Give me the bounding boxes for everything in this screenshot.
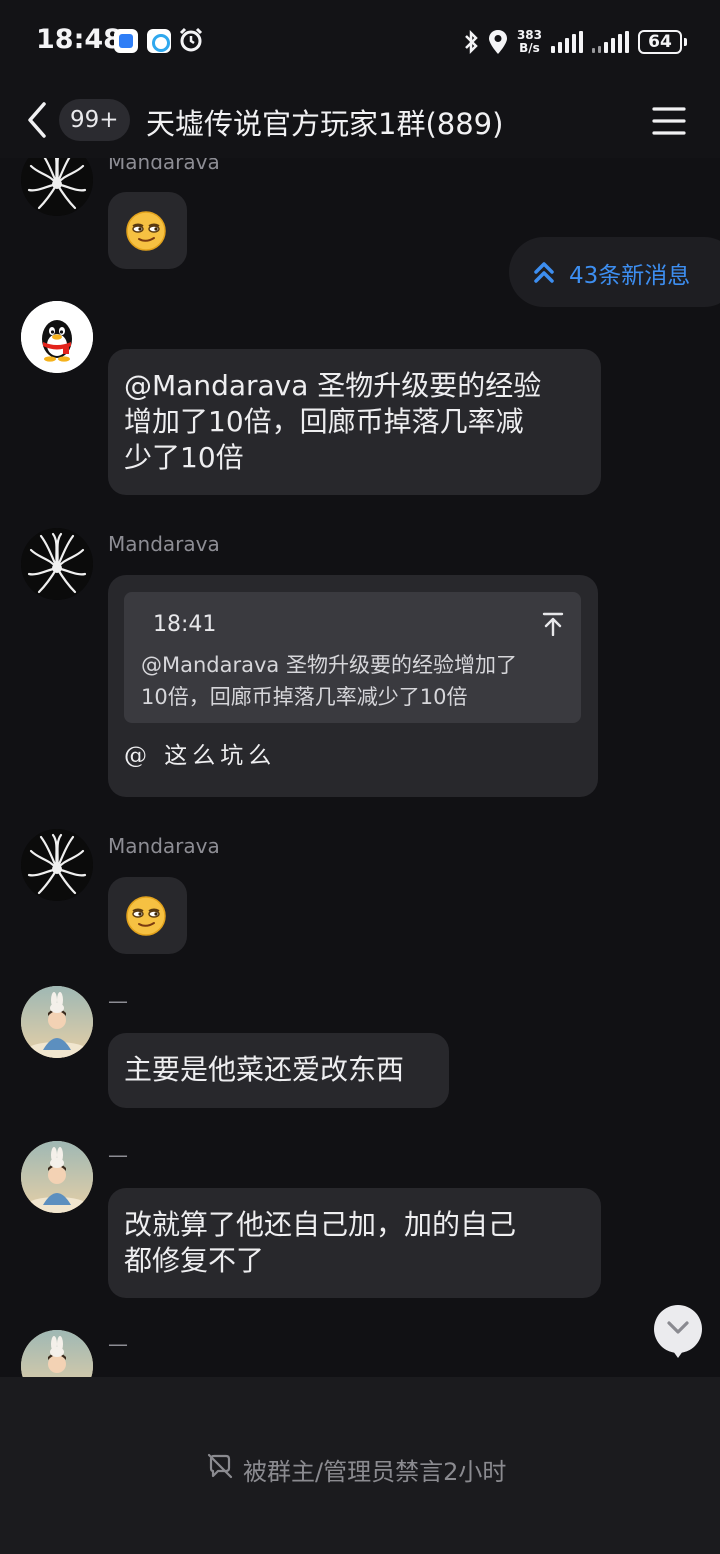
jump-to-original-icon[interactable] (542, 612, 564, 636)
smirk-emoji-icon (126, 211, 166, 251)
message-text-line: 主要是他菜还爱改东西 (124, 1053, 405, 1086)
message-text: @ 这么坑么 (124, 743, 277, 769)
menu-icon[interactable] (652, 106, 686, 136)
message-text-line: 改就算了他还自己加，加的自己 (124, 1208, 517, 1241)
message-bubble[interactable]: 18:41 @Mandarava 圣物升级要的经验增加了 10倍，回廊币掉落几率… (108, 575, 598, 797)
sender-name: Mandarava (108, 158, 220, 174)
signal-icon (592, 31, 629, 53)
back-arrow-icon[interactable] (24, 98, 54, 142)
message-bubble[interactable]: 改就算了他还自己加，加的自己 都修复不了 (108, 1188, 601, 1298)
muted-icon (207, 1453, 233, 1479)
quoted-message[interactable]: 18:41 @Mandarava 圣物升级要的经验增加了 10倍，回廊币掉落几率… (124, 592, 581, 723)
quote-time: 18:41 (153, 612, 217, 637)
sender-name: — (108, 1143, 128, 1167)
sender-name: — (108, 989, 128, 1013)
message-bubble[interactable] (108, 877, 187, 954)
net-speed: 383 B/s (516, 28, 542, 55)
avatar[interactable] (21, 829, 93, 901)
avatar[interactable] (21, 1330, 93, 1377)
avatar[interactable] (21, 301, 93, 373)
quote-text-line: 10倍，回廊币掉落几率减少了10倍 (141, 685, 468, 709)
muted-notice-text: 被群主/管理员禁言2小时 (243, 1458, 507, 1486)
message-text-line: 增加了10倍，回廊币掉落几率减 (124, 405, 524, 438)
alarm-icon (179, 27, 203, 52)
signal-icon (551, 31, 583, 53)
quote-text-line: @Mandarava 圣物升级要的经验增加了 (141, 653, 517, 677)
sender-name: — (108, 1332, 128, 1356)
scroll-to-bottom-button[interactable] (654, 1305, 702, 1358)
bluetooth-icon (465, 29, 478, 55)
message-bubble[interactable]: 主要是他菜还爱改东西 (108, 1033, 449, 1108)
chat-header: 99+ 天墟传说官方玩家1群(889) (0, 84, 720, 158)
unread-count-badge[interactable]: 99+ (59, 99, 130, 141)
message-text-line: @Mandarava 圣物升级要的经验 (124, 369, 542, 402)
new-messages-button[interactable]: 43条新消息 (509, 237, 720, 307)
message-bubble[interactable]: @Mandarava 圣物升级要的经验 增加了10倍，回廊币掉落几率减 少了10… (108, 349, 601, 495)
avatar[interactable] (21, 158, 93, 216)
chevron-down-icon (667, 1321, 689, 1334)
battery-level: 64 (648, 32, 672, 52)
sender-name: Mandarava (108, 834, 220, 858)
sender-name: Mandarava (108, 532, 220, 556)
message-text-line: 少了10倍 (124, 441, 244, 474)
message-list[interactable]: Mandarava 43条新消息 @Mandarava 圣物升级要的经验 增加了… (0, 158, 720, 1377)
chat-title[interactable]: 天墟传说官方玩家1群(889) (146, 101, 503, 143)
smirk-emoji-icon (126, 896, 166, 936)
app-notification-icon (147, 29, 171, 53)
new-messages-label: 43条新消息 (569, 263, 691, 289)
avatar[interactable] (21, 1141, 93, 1213)
avatar[interactable] (21, 528, 93, 600)
avatar[interactable] (21, 986, 93, 1058)
app-notification-icon (114, 29, 138, 53)
muted-notice-bar: 被群主/管理员禁言2小时 (0, 1377, 720, 1554)
double-chevron-up-icon (534, 262, 554, 283)
location-icon (488, 30, 507, 54)
status-bar: 18:48 383 B/s 64 (0, 0, 720, 84)
status-time: 18:48 (36, 24, 122, 55)
message-bubble[interactable] (108, 192, 187, 269)
message-text-line: 都修复不了 (124, 1244, 265, 1277)
battery-icon: 64 (638, 30, 687, 54)
